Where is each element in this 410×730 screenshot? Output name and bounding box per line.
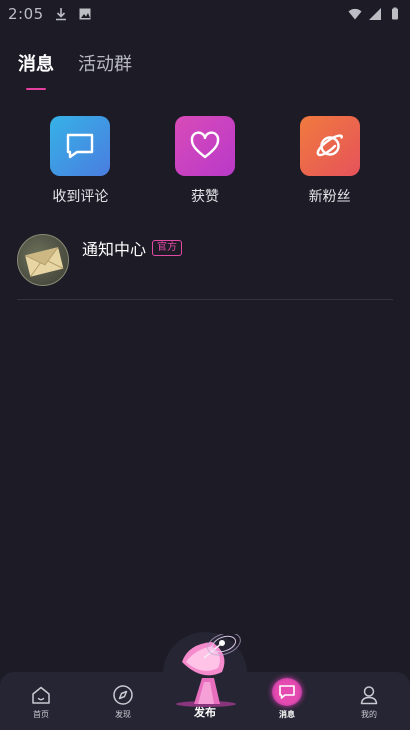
received-comments-label: 收到评论 [52,189,109,205]
profile-icon [360,686,378,705]
compass-icon [113,685,133,705]
signal-icon [369,8,381,20]
satellite-dish-icon [176,634,241,707]
message-tabs: 消息 活动群 [18,50,132,90]
tab-activity-groups[interactable]: 活动群 [78,50,132,86]
likes-label: 获赞 [190,189,219,205]
likes-button[interactable]: 获赞 [155,116,255,206]
heart-icon [190,131,220,159]
chat-bubble-icon [67,133,94,159]
nav-messages-label: 消息 [279,710,295,719]
official-badge: 官方 [152,240,183,256]
nav-messages[interactable]: 消息 [257,678,317,720]
active-tab-indicator [26,88,46,90]
nav-profile[interactable]: 我的 [339,684,399,720]
battery-icon [392,7,398,20]
status-bar: 2:05 [0,0,410,28]
tab-messages[interactable]: 消息 [18,50,54,90]
tab-messages-label: 消息 [18,54,54,75]
notification-center-item[interactable]: 通知中心 官方 [17,234,393,300]
nav-home[interactable]: 首页 [11,684,71,720]
quick-actions: 收到评论 获赞 新粉丝 [0,116,410,206]
home-icon [32,686,50,704]
envelope-icon [24,246,64,278]
image-icon [79,8,91,20]
nav-discover[interactable]: 发现 [93,684,153,720]
new-fans-button[interactable]: 新粉丝 [280,116,380,206]
new-fans-label: 新粉丝 [308,189,351,205]
status-time: 2:05 [8,5,44,23]
nav-profile-label: 我的 [361,710,377,719]
tab-activity-groups-label: 活动群 [78,54,132,75]
avatar [17,234,69,286]
notification-center-title: 通知中心 [82,240,147,259]
message-icon [279,685,295,699]
nav-home-label: 首页 [33,710,49,719]
download-icon [55,8,66,21]
wifi-icon [348,8,362,20]
planet-icon [316,134,343,157]
nav-discover-label: 发现 [115,710,131,719]
received-comments-button[interactable]: 收到评论 [30,116,130,206]
